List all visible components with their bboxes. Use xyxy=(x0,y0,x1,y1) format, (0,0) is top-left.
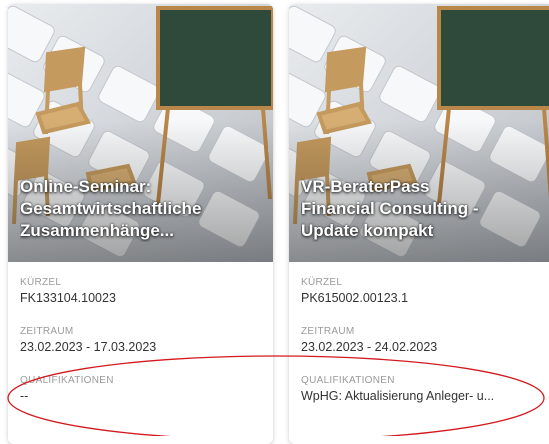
qualifications-label: QUALIFIKATIONEN xyxy=(20,375,114,386)
course-details: KÜRZEL FK133104.10023 ZEITRAUM 23.02.202… xyxy=(20,276,265,423)
code-label: KÜRZEL xyxy=(301,277,343,288)
course-title-line: Update kompakt xyxy=(301,221,434,240)
code-label: KÜRZEL xyxy=(20,277,62,288)
course-title-line: Gesamtwirtschaftliche xyxy=(20,199,202,218)
course-title-line: Financial Consulting - xyxy=(301,199,479,218)
period-value: 23.02.2023 - 24.02.2023 xyxy=(301,340,438,354)
qualifications-value: WpHG: Aktualisierung Anleger- u... xyxy=(301,389,495,403)
code-value: FK133104.10023 xyxy=(20,291,116,305)
course-image[interactable]: VR-BeraterPass Financial Consulting - Up… xyxy=(289,4,549,262)
qualifications-value: -- xyxy=(20,389,29,403)
course-card[interactable]: Online-Seminar: Gesamtwirtschaftliche Zu… xyxy=(8,4,273,444)
course-image[interactable]: Online-Seminar: Gesamtwirtschaftliche Zu… xyxy=(8,4,273,262)
course-title-line: VR-BeraterPass xyxy=(301,177,430,196)
qualifications-label: QUALIFIKATIONEN xyxy=(301,375,395,386)
course-title[interactable]: VR-BeraterPass Financial Consulting - Up… xyxy=(301,176,541,242)
code-value: PK615002.00123.1 xyxy=(301,291,409,305)
course-details: KÜRZEL PK615002.00123.1 ZEITRAUM 23.02.2… xyxy=(301,276,546,423)
course-title[interactable]: Online-Seminar: Gesamtwirtschaftliche Zu… xyxy=(20,176,260,242)
period-value: 23.02.2023 - 17.03.2023 xyxy=(20,340,157,354)
period-label: ZEITRAUM xyxy=(20,326,74,337)
course-card[interactable]: VR-BeraterPass Financial Consulting - Up… xyxy=(289,4,549,444)
period-label: ZEITRAUM xyxy=(301,326,355,337)
course-title-line: Online-Seminar: xyxy=(20,177,152,196)
course-title-line: Zusammenhänge... xyxy=(20,221,174,240)
